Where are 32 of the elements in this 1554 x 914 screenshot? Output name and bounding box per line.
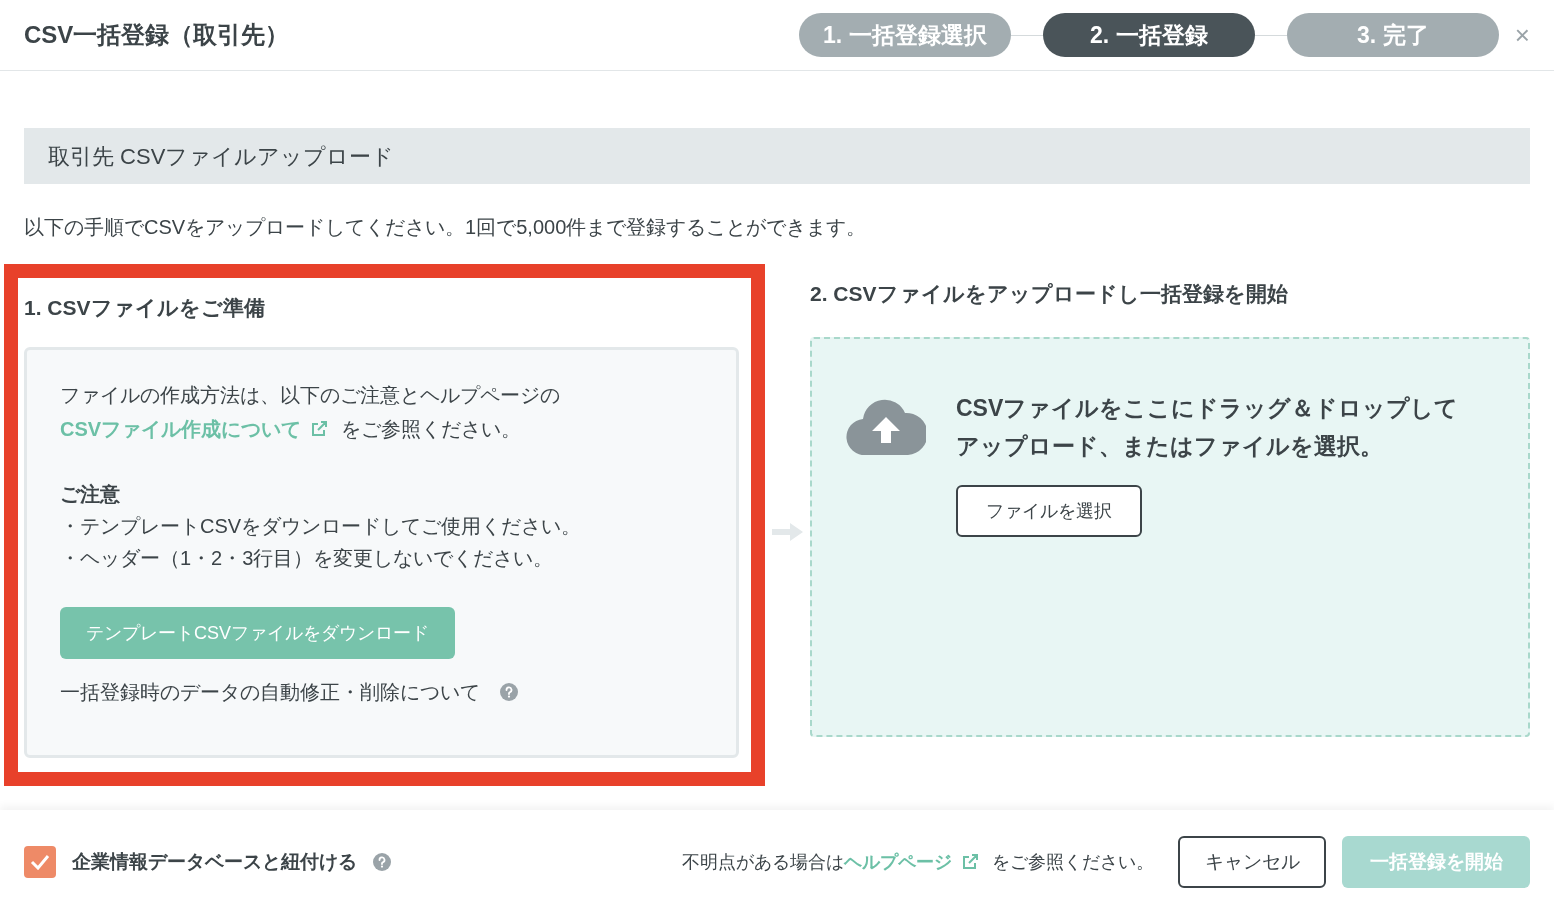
external-link-icon — [309, 419, 330, 439]
drop-zone[interactable]: CSVファイルをここにドラッグ＆ドロップして アップロード、またはファイルを選択。 ファイルを選択 — [810, 337, 1530, 737]
checkbox[interactable] — [24, 846, 56, 878]
notice-item: ・ヘッダー（1・2・3行目）を変更しないでください。 — [60, 546, 555, 571]
help-page-link[interactable]: ヘルプページ — [844, 848, 980, 876]
notice-title: ご注意 — [60, 482, 121, 507]
step-heading: 1. CSVファイルをご準備 — [24, 295, 266, 321]
step-indicator: 2. 一括登録 — [1042, 13, 1255, 57]
help-link[interactable]: CSVファイル作成について — [60, 412, 330, 446]
close-button[interactable]: × — [1514, 22, 1530, 48]
help-icon[interactable] — [373, 853, 391, 871]
arrow-icon — [771, 522, 804, 542]
checkbox-label: 企業情報データベースと紐付ける — [72, 849, 357, 874]
step-heading: 2. CSVファイルをアップロードし一括登録を開始 — [810, 281, 1289, 307]
drop-instruction-text: アップロード、またはファイルを選択。 — [956, 432, 1384, 461]
help-icon[interactable] — [500, 683, 518, 701]
instruction-text: ファイルの作成方法は、以下のご注意とヘルプページの CSVファイル作成について をご参照ください。 — [60, 378, 703, 446]
cancel-button[interactable]: キャンセル — [1178, 836, 1326, 888]
step-indicator: 3. 完了 — [1286, 13, 1499, 57]
auto-fix-text: 一括登録時のデータの自動修正・削除について — [60, 680, 480, 705]
help-text: 不明点がある場合はヘルプページ をご参照ください。 — [682, 848, 1154, 876]
intro-text: 以下の手順でCSVをアップロードしてください。1回で5,000件まで登録することができます。 — [24, 215, 868, 240]
download-template-button[interactable]: テンプレートCSVファイルをダウンロード — [60, 607, 455, 659]
select-file-button[interactable]: ファイルを選択 — [956, 485, 1142, 537]
checkmark-icon — [30, 854, 50, 870]
dialog-title: CSV一括登録（取引先） — [24, 20, 290, 50]
cloud-upload-icon — [846, 397, 926, 457]
drop-instruction-text: CSVファイルをここにドラッグ＆ドロップして — [956, 394, 1459, 423]
step-indicator: 1. 一括登録選択 — [798, 13, 1011, 57]
external-link-icon — [960, 852, 980, 872]
notice-item: ・テンプレートCSVをダウンロードしてご使用ください。 — [60, 514, 583, 539]
section-header: 取引先 CSVファイルアップロード — [24, 128, 1530, 184]
